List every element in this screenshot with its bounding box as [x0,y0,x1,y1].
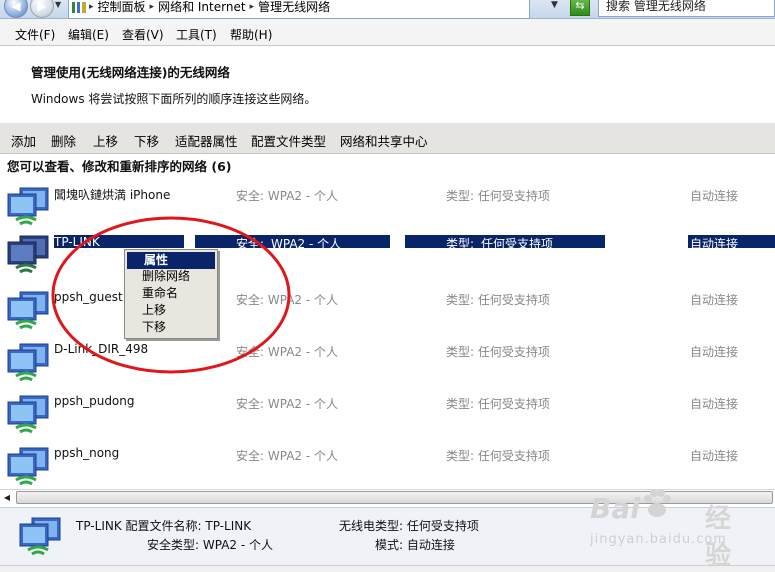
network-security: 安全: WPA2 - 个人 [236,397,338,411]
menu-help[interactable]: 帮助(H) [230,26,272,43]
adapter-properties-button[interactable]: 适配器属性 [175,131,238,150]
chevron-right-icon[interactable]: ▸ [250,0,255,14]
page-title: 管理使用(无线网络连接)的无线网络 [31,65,230,80]
network-mode: 自动连接 [690,397,739,411]
breadcrumb-manage-wireless[interactable]: 管理无线网络 [258,0,330,14]
network-name: ppsh_guest [54,290,123,304]
network-type: 类型: 任何受支持项 [446,293,550,307]
wireless-network-icon [7,291,49,330]
wireless-network-icon [19,517,61,556]
network-name: TP-LINK [54,235,100,249]
remove-button[interactable]: 删除 [51,131,76,150]
address-bar: ◀ ▶ ▼ ▸ 控制面板 ▸ 网络和 Internet ▸ 管理无线网络 ▼ ⇆ 搜索 管… [0,0,775,19]
context-move-down[interactable]: 下移 [125,319,213,336]
address-dropdown-icon[interactable]: ▼ [551,0,558,10]
network-sharing-center-button[interactable]: 网络和共享中心 [340,131,428,150]
network-mode: 自动连接 [690,345,739,359]
context-delete-network[interactable]: 删除网络 [125,268,213,285]
chevron-right-icon[interactable]: ▸ [150,0,155,14]
network-security: 安全: WPA2 - 个人 [236,449,338,463]
network-row[interactable]: ppsh_pudong 安全: WPA2 - 个人 类型: 任何受支持项 自动连… [0,388,775,440]
move-up-button[interactable]: 上移 [93,131,118,150]
menu-edit[interactable]: 编辑(E) [68,26,109,43]
back-button[interactable]: ◀ [4,0,28,18]
network-mode: 自动连接 [690,189,739,203]
network-mode: 自动连接 [690,237,739,251]
menu-view[interactable]: 查看(V) [122,26,164,43]
network-security-value: WPA2 - 个人 [271,237,342,251]
toolbar: 添加 删除 上移 下移 适配器属性 配置文件类型 网络和共享中心 [0,123,775,154]
network-row[interactable]: D-Link_DIR_498 安全: WPA2 - 个人 类型: 任何受支持项 … [0,336,775,388]
context-menu: 属性 删除网络 重命名 上移 下移 [124,249,218,339]
network-list-title: 您可以查看、修改和重新排序的网络 (6) [7,159,232,174]
network-type: 类型: 任何受支持项 [446,449,550,463]
menu-file[interactable]: 文件(F) [15,26,55,43]
network-security: 安全: WPA2 - 个人 [236,293,338,307]
refresh-button[interactable]: ⇆ [570,0,590,16]
details-security-type: 安全类型: WPA2 - 个人 [147,538,273,552]
network-row[interactable]: ppsh_nong 安全: WPA2 - 个人 类型: 任何受支持项 自动连接 [0,440,775,492]
network-type-value: 任何受支持项 [481,237,554,251]
network-type: 类型: 任何受支持项 [446,345,550,359]
details-mode: 模式: 自动连接 [375,538,455,552]
search-input[interactable]: 搜索 管理无线网络 [598,0,775,17]
wireless-network-icon [7,343,49,382]
control-panel-icon [72,2,86,13]
network-name: ppsh_nong [54,446,120,460]
network-mode: 自动连接 [690,449,739,463]
context-rename[interactable]: 重命名 [125,285,213,302]
menu-bar: 文件(F) 编辑(E) 查看(V) 工具(T) 帮助(H) [0,19,775,46]
breadcrumb[interactable]: ▸ 控制面板 ▸ 网络和 Internet ▸ 管理无线网络 [68,0,530,19]
wireless-network-icon [7,395,49,434]
network-name: ppsh_pudong [54,394,135,408]
network-type-label: 类型: [446,237,475,251]
wireless-network-icon [7,447,49,486]
arrow-left-icon: ◀ [11,0,21,13]
history-dropdown-icon[interactable]: ▼ [55,0,61,9]
breadcrumb-network-internet[interactable]: 网络和 Internet [158,0,245,14]
network-security: 安全: WPA2 - 个人 [236,345,338,359]
network-security: 安全: WPA2 - 个人 [236,189,338,203]
details-radio-type: 无线电类型: 任何受支持项 [339,519,479,533]
context-properties[interactable]: 属性 [127,252,215,269]
network-type: 类型: 任何受支持项 [446,397,550,411]
refresh-icon: ⇆ [575,0,585,12]
forward-button[interactable]: ▶ [30,0,54,18]
add-button[interactable]: 添加 [11,131,36,150]
chevron-right-icon[interactable]: ▸ [89,0,94,14]
wireless-network-icon [7,187,49,226]
profile-types-button[interactable]: 配置文件类型 [251,131,326,150]
network-row-selected[interactable]: TP-LINK 安全: WPA2 - 个人 类型: 任何受支持项 自动连接 [0,228,775,280]
network-security-label: 安全: [236,237,265,251]
network-name: 閶塊叺鏈烘満 iPhone [54,188,171,202]
menu-tools[interactable]: 工具(T) [176,26,217,43]
network-type: 类型: 任何受支持项 [446,189,550,203]
network-name: D-Link_DIR_498 [54,342,149,356]
wireless-network-icon [7,235,49,274]
arrow-right-icon: ▶ [37,0,47,13]
watermark-logo-text: Bai [590,492,640,525]
breadcrumb-control-panel[interactable]: 控制面板 [98,0,146,14]
paw-icon [644,489,671,517]
context-move-up[interactable]: 上移 [125,302,213,319]
move-down-button[interactable]: 下移 [134,131,159,150]
page-description: Windows 将尝试按照下面所列的顺序连接这些网络。 [31,92,317,106]
baidu-watermark: Bai 经验 jingyan.baidu.com [590,486,740,571]
network-row[interactable]: 閶塊叺鏈烘満 iPhone 安全: WPA2 - 个人 类型: 任何受支持项 自… [0,180,775,232]
details-profile-name: TP-LINK 配置文件名称: TP-LINK [76,519,252,533]
network-row[interactable]: ppsh_guest 安全: WPA2 - 个人 类型: 任何受支持项 自动连接 [0,284,775,336]
scroll-left-icon[interactable]: ◀ [0,490,14,505]
network-mode: 自动连接 [690,293,739,307]
watermark-url: jingyan.baidu.com [590,532,727,547]
